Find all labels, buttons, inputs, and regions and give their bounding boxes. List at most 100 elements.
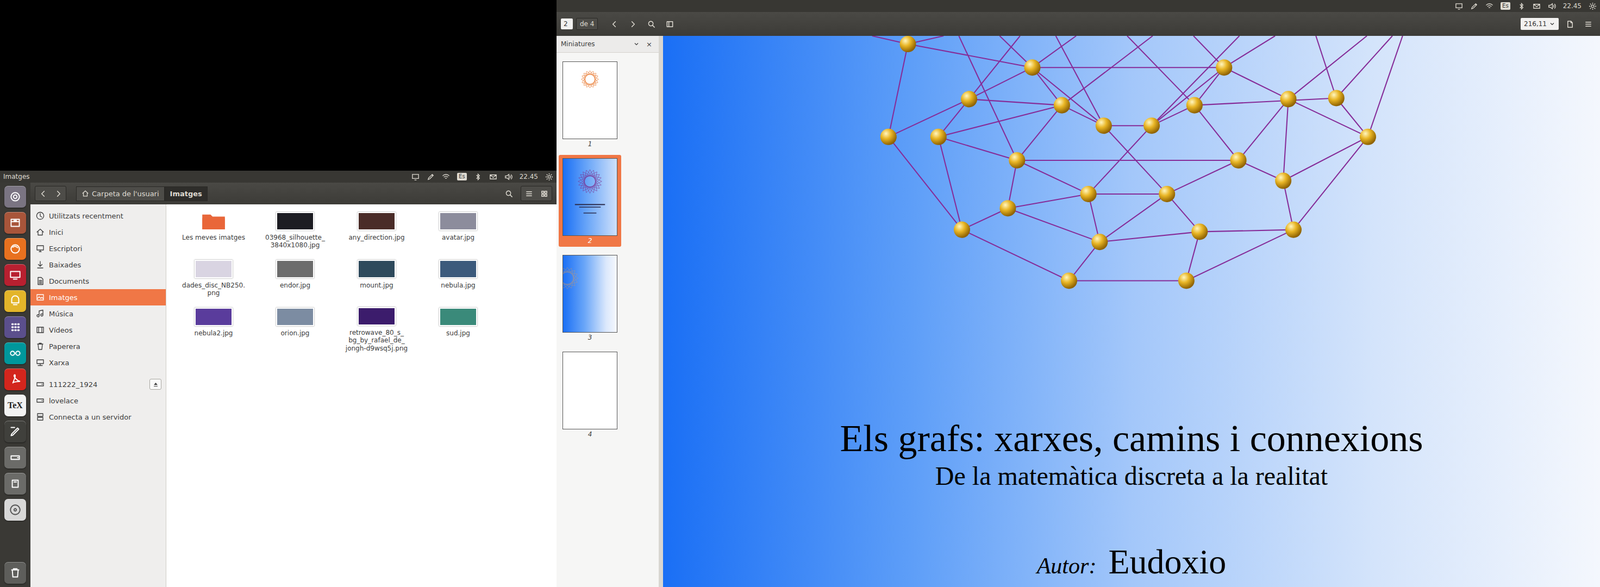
page-thumbnail[interactable]: 4 — [558, 348, 622, 441]
back-button[interactable] — [35, 186, 51, 201]
launcher-item[interactable] — [2, 445, 29, 470]
sidebar-title[interactable]: Miniatures — [560, 40, 629, 48]
launcher-item[interactable] — [2, 341, 29, 366]
page-field[interactable]: 2 — [560, 18, 573, 30]
sidebar-divider[interactable] — [658, 35, 664, 587]
sidebar-item[interactable]: Utilitzats recentment — [30, 207, 166, 224]
search-button[interactable] — [643, 16, 659, 31]
sidebar-item[interactable]: lovelace — [30, 392, 166, 409]
page-thumbnail[interactable]: 2 — [558, 154, 622, 247]
keyboard-indicator[interactable]: Es — [1500, 2, 1511, 10]
launcher-item[interactable] — [2, 184, 29, 209]
forward-button[interactable] — [50, 186, 66, 201]
dash-icon[interactable] — [4, 185, 27, 208]
sidebar-item[interactable]: Música — [30, 305, 166, 322]
graph-edge — [1007, 208, 1100, 242]
draw-icon[interactable] — [4, 420, 27, 443]
previous-page-button[interactable] — [606, 16, 622, 31]
launcher-item[interactable] — [2, 560, 29, 585]
list-view-button[interactable] — [521, 186, 537, 201]
gear-icon[interactable] — [1588, 2, 1597, 11]
teacher-icon[interactable] — [4, 290, 27, 312]
page-thumbnail[interactable]: 1 — [558, 58, 622, 150]
search-button[interactable] — [501, 186, 517, 201]
file-item[interactable]: endor.jpg — [254, 256, 336, 305]
files-icon[interactable] — [4, 211, 27, 234]
display-icon[interactable] — [4, 264, 27, 286]
disc-icon[interactable] — [4, 498, 27, 521]
removable-icon[interactable] — [4, 472, 27, 495]
file-item[interactable]: any_direction.jpg — [335, 208, 418, 257]
file-item[interactable]: 03968_silhouette_3840x1080.jpg — [254, 208, 336, 257]
tex-icon[interactable]: TeX — [4, 394, 27, 417]
mail-icon[interactable] — [489, 172, 498, 181]
dots-icon[interactable] — [4, 316, 27, 339]
trash-icon[interactable] — [4, 561, 27, 584]
file-item[interactable]: orion.jpg — [254, 304, 336, 353]
mail-icon[interactable] — [1532, 2, 1541, 11]
file-item[interactable]: dades_disc_NB250.png — [172, 256, 255, 305]
volume-icon[interactable] — [1547, 2, 1556, 11]
close-sidebar-button[interactable]: × — [644, 40, 655, 49]
file-item[interactable]: retrowave_80_s_bg_by_rafael_de_jongh-d9w… — [335, 304, 418, 353]
launcher-item[interactable] — [2, 315, 29, 340]
file-item[interactable]: nebula.jpg — [417, 256, 499, 305]
grid-view-button[interactable] — [536, 186, 552, 201]
next-page-button[interactable] — [625, 16, 641, 31]
graph-edge — [1283, 136, 1368, 181]
file-item[interactable]: avatar.jpg — [417, 208, 499, 257]
bluetooth-icon[interactable] — [473, 172, 483, 181]
launcher-item[interactable] — [2, 210, 29, 235]
sidebar-item[interactable]: Inici — [30, 223, 166, 241]
volume-icon[interactable] — [504, 172, 513, 181]
launcher-item[interactable] — [2, 289, 29, 314]
annotate-button[interactable] — [1561, 16, 1578, 31]
bluetooth-icon[interactable] — [1517, 2, 1526, 11]
sidebar-item[interactable]: Connecta a un servidor — [30, 408, 166, 425]
pen-icon[interactable] — [1470, 2, 1479, 11]
file-item[interactable]: mount.jpg — [335, 256, 418, 305]
drive-icon[interactable] — [4, 446, 27, 469]
wifi-icon[interactable] — [1485, 2, 1494, 11]
clock-indicator[interactable]: 22.45 — [1563, 2, 1582, 10]
launcher-item[interactable] — [2, 263, 29, 287]
launcher-item[interactable] — [2, 236, 29, 261]
launcher-item[interactable] — [2, 419, 29, 444]
sidebar-item[interactable]: Baixades — [30, 256, 166, 273]
pen-icon[interactable] — [426, 172, 435, 181]
path-button[interactable]: Carpeta de l'usuari — [76, 186, 165, 202]
wifi-icon[interactable] — [441, 172, 450, 181]
menu-button[interactable] — [1580, 16, 1596, 31]
file-item[interactable]: sud.jpg — [417, 304, 499, 353]
sidebar-item[interactable]: Paperera — [30, 338, 166, 355]
file-name: dades_disc_NB250.png — [182, 281, 246, 298]
path-button[interactable]: Imatges — [164, 186, 208, 202]
eject-button[interactable] — [149, 378, 162, 390]
clock-indicator[interactable]: 22.45 — [519, 172, 539, 181]
page-preview — [562, 61, 618, 140]
reader-icon[interactable] — [4, 368, 27, 391]
zoom-dropdown[interactable]: 216,11 — [1520, 17, 1559, 30]
gear-icon[interactable] — [545, 172, 554, 181]
sidebar-item[interactable]: Escriptori — [30, 240, 166, 257]
launcher-item[interactable] — [2, 367, 29, 392]
firefox-icon[interactable] — [4, 238, 27, 260]
sidebar-label: lovelace — [48, 396, 162, 405]
launcher-item[interactable] — [2, 471, 29, 496]
launcher-item[interactable] — [2, 497, 29, 522]
sidebar-item[interactable]: Documents — [30, 272, 166, 290]
launcher-item[interactable]: TeX — [2, 393, 29, 418]
keyboard-indicator[interactable]: Es — [457, 172, 467, 181]
arduino-icon[interactable] — [4, 342, 27, 365]
sidebar-item[interactable]: Vídeos — [30, 321, 166, 339]
chevron-down-icon[interactable] — [633, 40, 640, 48]
sidebar-item[interactable]: Imatges — [30, 289, 166, 306]
sidebar-toggle-button[interactable] — [661, 16, 678, 31]
file-item[interactable]: Les meves imatges — [172, 208, 255, 257]
sidebar-item[interactable]: Xarxa — [30, 354, 166, 371]
file-item[interactable]: nebula2.jpg — [172, 304, 255, 353]
display-icon[interactable] — [411, 172, 420, 181]
sidebar-item[interactable]: 111222_1924 — [30, 376, 166, 393]
page-thumbnail[interactable]: 3 — [558, 251, 622, 344]
display-icon[interactable] — [1454, 2, 1464, 11]
